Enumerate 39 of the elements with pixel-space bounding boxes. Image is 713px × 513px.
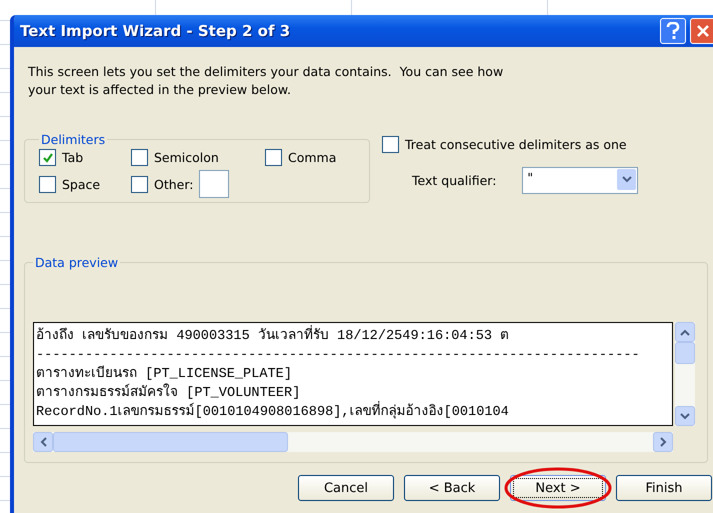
checkbox-label: Treat consecutive delimiters as one: [405, 137, 627, 152]
preview-line: ตารางทะเบียนรถ [PT_LICENSE_PLATE]: [36, 365, 293, 384]
wizard-button[interactable]: Cancel: [298, 475, 394, 501]
checkbox-label: Semicolon: [154, 150, 219, 165]
scroll-thumb[interactable]: [675, 342, 695, 364]
scroll-thumb[interactable]: [53, 432, 288, 452]
checkbox-label: Comma: [288, 150, 336, 165]
checkbox-label: Other:: [154, 176, 194, 192]
question-mark-icon: [666, 22, 680, 40]
close-button[interactable]: [690, 18, 713, 44]
checkbox[interactable]: [265, 149, 282, 166]
qualifier-dropdown[interactable]: ": [522, 167, 638, 194]
help-button[interactable]: [660, 18, 686, 44]
group-title: Delimiters: [40, 132, 106, 147]
checkbox[interactable]: [39, 176, 56, 192]
close-icon: [696, 24, 710, 38]
wizard-button[interactable]: Next >: [510, 475, 606, 501]
checkbox-label: Tab: [62, 150, 84, 165]
checkbox[interactable]: [39, 149, 56, 166]
scroll-left-icon[interactable]: [33, 432, 53, 452]
scroll-down-icon[interactable]: [675, 406, 695, 426]
preview-line: --------------------------------------------------------------------------: [36, 347, 641, 365]
scroll-right-icon[interactable]: [653, 432, 673, 452]
wizard-button[interactable]: < Back: [404, 475, 500, 501]
input-field[interactable]: [199, 170, 230, 198]
preview-line: อ้างถึง เลขรับของกรม 490003315 วันเวลาที่รับ 18/12/2549:16:04:53 ต: [36, 327, 670, 346]
checkbox[interactable]: [131, 149, 148, 166]
wizard-button[interactable]: Finish: [616, 475, 712, 501]
horizontal-scrollbar[interactable]: [33, 432, 673, 452]
instruction-text: This screen lets you set the delimiters your data contains. You can see how your text is affected in the preview below.: [28, 63, 504, 99]
checkbox-label: Space: [62, 176, 100, 192]
preview-line: RecordNo.1เลขกรมธรรม์[0010104908016898],เลขที่กลุ่มอ้างอิง[0010104: [36, 403, 670, 422]
checkbox[interactable]: [131, 176, 148, 192]
scroll-up-icon[interactable]: [675, 322, 695, 342]
window-title: Text Import Wizard - Step 2 of 3: [20, 22, 292, 40]
vertical-scrollbar[interactable]: [675, 322, 695, 426]
checkbox[interactable]: [382, 136, 399, 153]
field-label: Text qualifier:: [412, 173, 496, 188]
group-title: Data preview: [34, 255, 120, 270]
